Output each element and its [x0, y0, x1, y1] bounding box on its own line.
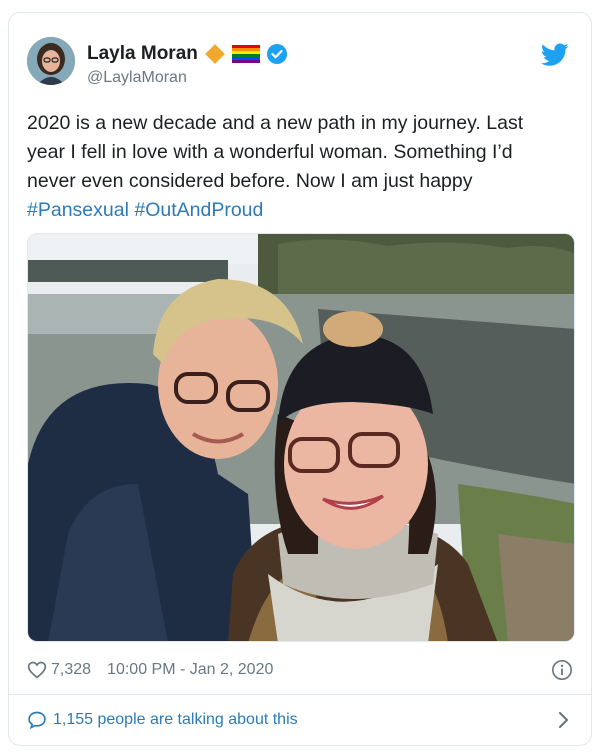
- hashtag-link[interactable]: #Pansexual: [27, 199, 129, 221]
- orange-diamond-icon: [204, 44, 225, 64]
- hashtag-line: #Pansexual #OutAndProud: [27, 196, 575, 225]
- info-icon[interactable]: [551, 659, 573, 681]
- tweet-text-line: 2020 is a new decade and a new path in m…: [27, 112, 524, 134]
- hashtag-link[interactable]: #OutAndProud: [134, 199, 263, 221]
- tweet-text-line: never even considered before. Now I am j…: [27, 170, 473, 192]
- tweet-text-line: year I fell in love with a wonderful wom…: [27, 141, 513, 163]
- tweet-photo[interactable]: [27, 233, 575, 642]
- people-talking-label[interactable]: 1,155 people are talking about this: [53, 711, 298, 729]
- chevron-right-icon[interactable]: [553, 709, 573, 731]
- user-handle[interactable]: @LaylaMoran: [87, 69, 187, 87]
- speech-bubble-icon: [28, 711, 46, 730]
- avatar[interactable]: [27, 37, 75, 85]
- tweet-timestamp[interactable]: 10:00 PM - Jan 2, 2020: [107, 661, 273, 679]
- name-line: Layla Moran: [87, 43, 288, 65]
- tweet-header: Layla Moran @LaylaMoran: [27, 37, 573, 93]
- twitter-bird-icon[interactable]: [541, 43, 569, 67]
- divider: [9, 694, 591, 695]
- heart-icon[interactable]: [27, 660, 47, 680]
- verified-badge-icon: [266, 44, 287, 64]
- rainbow-flag-icon: [231, 45, 260, 63]
- people-talking-link[interactable]: 1,155 people are talking about this: [27, 707, 573, 733]
- tweet-card: Layla Moran @LaylaMoran 2020 is a new de: [8, 12, 592, 746]
- display-name[interactable]: Layla Moran: [87, 43, 198, 65]
- tweet-text: 2020 is a new decade and a new path in m…: [27, 109, 575, 225]
- tweet-meta: 7,328 10:00 PM - Jan 2, 2020: [27, 656, 573, 684]
- like-count[interactable]: 7,328: [51, 661, 91, 679]
